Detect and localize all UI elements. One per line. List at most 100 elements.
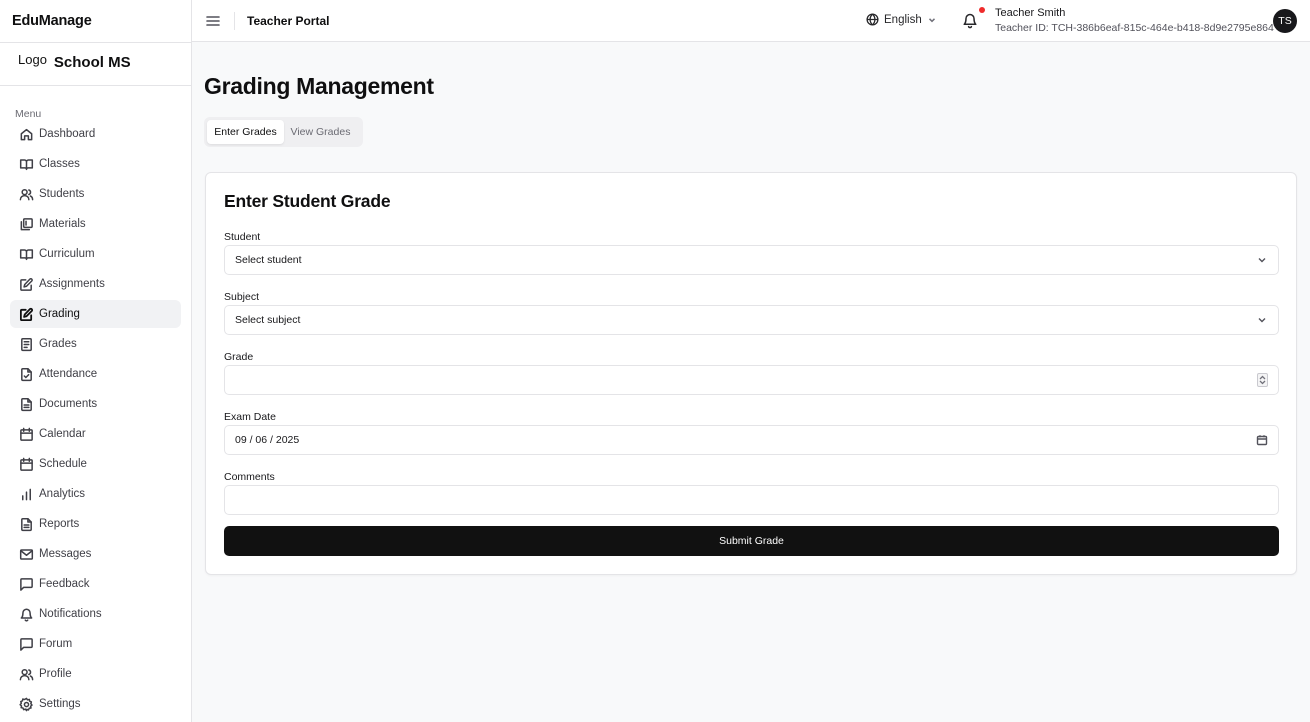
sidebar-item-analytics[interactable]: Analytics bbox=[10, 480, 181, 508]
avatar[interactable]: TS bbox=[1273, 9, 1297, 33]
sidebar-item-label: Profile bbox=[39, 668, 72, 680]
sidebar-item-curriculum[interactable]: Curriculum bbox=[10, 240, 181, 268]
student-select[interactable]: Select student bbox=[224, 245, 1279, 275]
users-icon bbox=[18, 666, 34, 682]
form-title: Enter Student Grade bbox=[224, 191, 391, 211]
tab-enter-grades[interactable]: Enter Grades bbox=[207, 120, 284, 144]
sidebar-item-calendar[interactable]: Calendar bbox=[10, 420, 181, 448]
student-select-value: Select student bbox=[235, 254, 302, 266]
chevron-down-icon bbox=[1256, 254, 1268, 266]
subject-select-value: Select subject bbox=[235, 314, 301, 326]
sidebar-item-reports[interactable]: Reports bbox=[10, 510, 181, 538]
school-header: Logo School MS bbox=[0, 43, 191, 86]
sidebar-item-grading[interactable]: Grading bbox=[10, 300, 181, 328]
message-square-icon bbox=[18, 576, 34, 592]
sidebar-item-label: Feedback bbox=[39, 578, 90, 590]
sidebar: EduManage Logo School MS Menu Dashboard C… bbox=[0, 0, 192, 722]
sidebar-item-label: Attendance bbox=[39, 368, 98, 380]
chevron-down-icon bbox=[1256, 314, 1268, 326]
sidebar-item-grades[interactable]: Grades bbox=[10, 330, 181, 358]
mail-icon bbox=[18, 546, 34, 562]
sidebar-item-forum[interactable]: Forum bbox=[10, 630, 181, 658]
sidebar-item-attendance[interactable]: Attendance bbox=[10, 360, 181, 388]
home-icon bbox=[18, 126, 34, 142]
sidebar-item-label: Curriculum bbox=[39, 248, 95, 260]
sidebar-item-label: Calendar bbox=[39, 428, 86, 440]
notifications-bell-icon[interactable] bbox=[962, 12, 978, 29]
comments-label: Comments bbox=[224, 471, 275, 483]
notebook-icon bbox=[18, 336, 34, 352]
bell-icon bbox=[18, 606, 34, 622]
chevron-down-icon bbox=[928, 17, 935, 22]
sidebar-item-label: Classes bbox=[39, 158, 80, 170]
file-check-icon bbox=[18, 366, 34, 382]
student-label: Student bbox=[224, 231, 261, 243]
sidebar-item-label: Settings bbox=[39, 698, 81, 710]
calendar-icon bbox=[18, 456, 34, 472]
number-stepper[interactable] bbox=[1257, 373, 1268, 387]
school-logo: Logo bbox=[18, 52, 47, 67]
notification-badge bbox=[979, 7, 985, 13]
edit-square-icon bbox=[18, 306, 34, 322]
sidebar-item-assignments[interactable]: Assignments bbox=[10, 270, 181, 298]
sidebar-item-label: Analytics bbox=[39, 488, 86, 500]
user-id: Teacher ID: TCH-386b6eaf-815c-464e-b418-… bbox=[995, 22, 1274, 34]
exam-date-value: 09 / 06 / 2025 bbox=[235, 434, 300, 446]
sidebar-item-materials[interactable]: Materials bbox=[10, 210, 181, 238]
school-name: School MS bbox=[53, 54, 131, 71]
book-open-icon bbox=[18, 246, 34, 262]
language-selector[interactable]: English bbox=[866, 13, 937, 26]
sidebar-item-label: Grades bbox=[39, 338, 77, 350]
sidebar-item-label: Notifications bbox=[39, 608, 102, 620]
calendar-icon[interactable] bbox=[1256, 434, 1268, 446]
grade-input[interactable] bbox=[224, 365, 1279, 395]
grade-form-card: Enter Student Grade Student Select stude… bbox=[205, 172, 1297, 575]
sidebar-item-notifications[interactable]: Notifications bbox=[10, 600, 181, 628]
comments-input[interactable] bbox=[224, 485, 1279, 515]
exam-date-label: Exam Date bbox=[224, 411, 276, 423]
language-label: English bbox=[884, 13, 922, 26]
subject-select[interactable]: Select subject bbox=[224, 305, 1279, 335]
sidebar-item-students[interactable]: Students bbox=[10, 180, 181, 208]
grading-tabs: Enter Grades View Grades bbox=[204, 117, 363, 147]
sidebar-item-documents[interactable]: Documents bbox=[10, 390, 181, 418]
sidebar-nav: Dashboard Classes Students Materials Curricu… bbox=[0, 120, 191, 718]
topbar: Teacher Portal English Teacher Smith Tea… bbox=[192, 0, 1310, 42]
sidebar-item-feedback[interactable]: Feedback bbox=[10, 570, 181, 598]
gear-icon bbox=[18, 696, 34, 712]
book-open-icon bbox=[18, 156, 34, 172]
sidebar-item-schedule[interactable]: Schedule bbox=[10, 450, 181, 478]
sidebar-item-label: Materials bbox=[39, 218, 86, 230]
submit-grade-button[interactable]: Submit Grade bbox=[224, 526, 1279, 556]
sidebar-item-label: Dashboard bbox=[39, 128, 96, 140]
sidebar-item-label: Messages bbox=[39, 548, 92, 560]
divider bbox=[234, 12, 235, 30]
sidebar-item-label: Documents bbox=[39, 398, 98, 410]
page-title: Grading Management bbox=[204, 73, 434, 99]
users-icon bbox=[18, 186, 34, 202]
sidebar-item-messages[interactable]: Messages bbox=[10, 540, 181, 568]
edit-square-icon bbox=[18, 276, 34, 292]
sidebar-item-settings[interactable]: Settings bbox=[10, 690, 181, 718]
sidebar-item-dashboard[interactable]: Dashboard bbox=[10, 120, 181, 148]
sidebar-item-label: Grading bbox=[39, 308, 80, 320]
sidebar-item-label: Reports bbox=[39, 518, 80, 530]
sidebar-item-profile[interactable]: Profile bbox=[10, 660, 181, 688]
portal-title: Teacher Portal bbox=[247, 14, 330, 28]
exam-date-input[interactable]: 09 / 06 / 2025 bbox=[224, 425, 1279, 455]
tab-view-grades[interactable]: View Grades bbox=[284, 120, 357, 144]
user-name: Teacher Smith bbox=[995, 7, 1066, 19]
library-icon bbox=[18, 216, 34, 232]
file-text-icon bbox=[18, 396, 34, 412]
sidebar-item-classes[interactable]: Classes bbox=[10, 150, 181, 178]
globe-icon bbox=[866, 13, 879, 26]
grade-label: Grade bbox=[224, 351, 254, 363]
message-square-icon bbox=[18, 636, 34, 652]
sidebar-item-label: Assignments bbox=[39, 278, 105, 290]
sidebar-item-label: Forum bbox=[39, 638, 73, 650]
brand-name: EduManage bbox=[0, 0, 191, 43]
menu-toggle-icon[interactable] bbox=[205, 13, 221, 29]
sidebar-item-label: Students bbox=[39, 188, 85, 200]
file-text-icon bbox=[18, 516, 34, 532]
sidebar-item-label: Schedule bbox=[39, 458, 87, 470]
